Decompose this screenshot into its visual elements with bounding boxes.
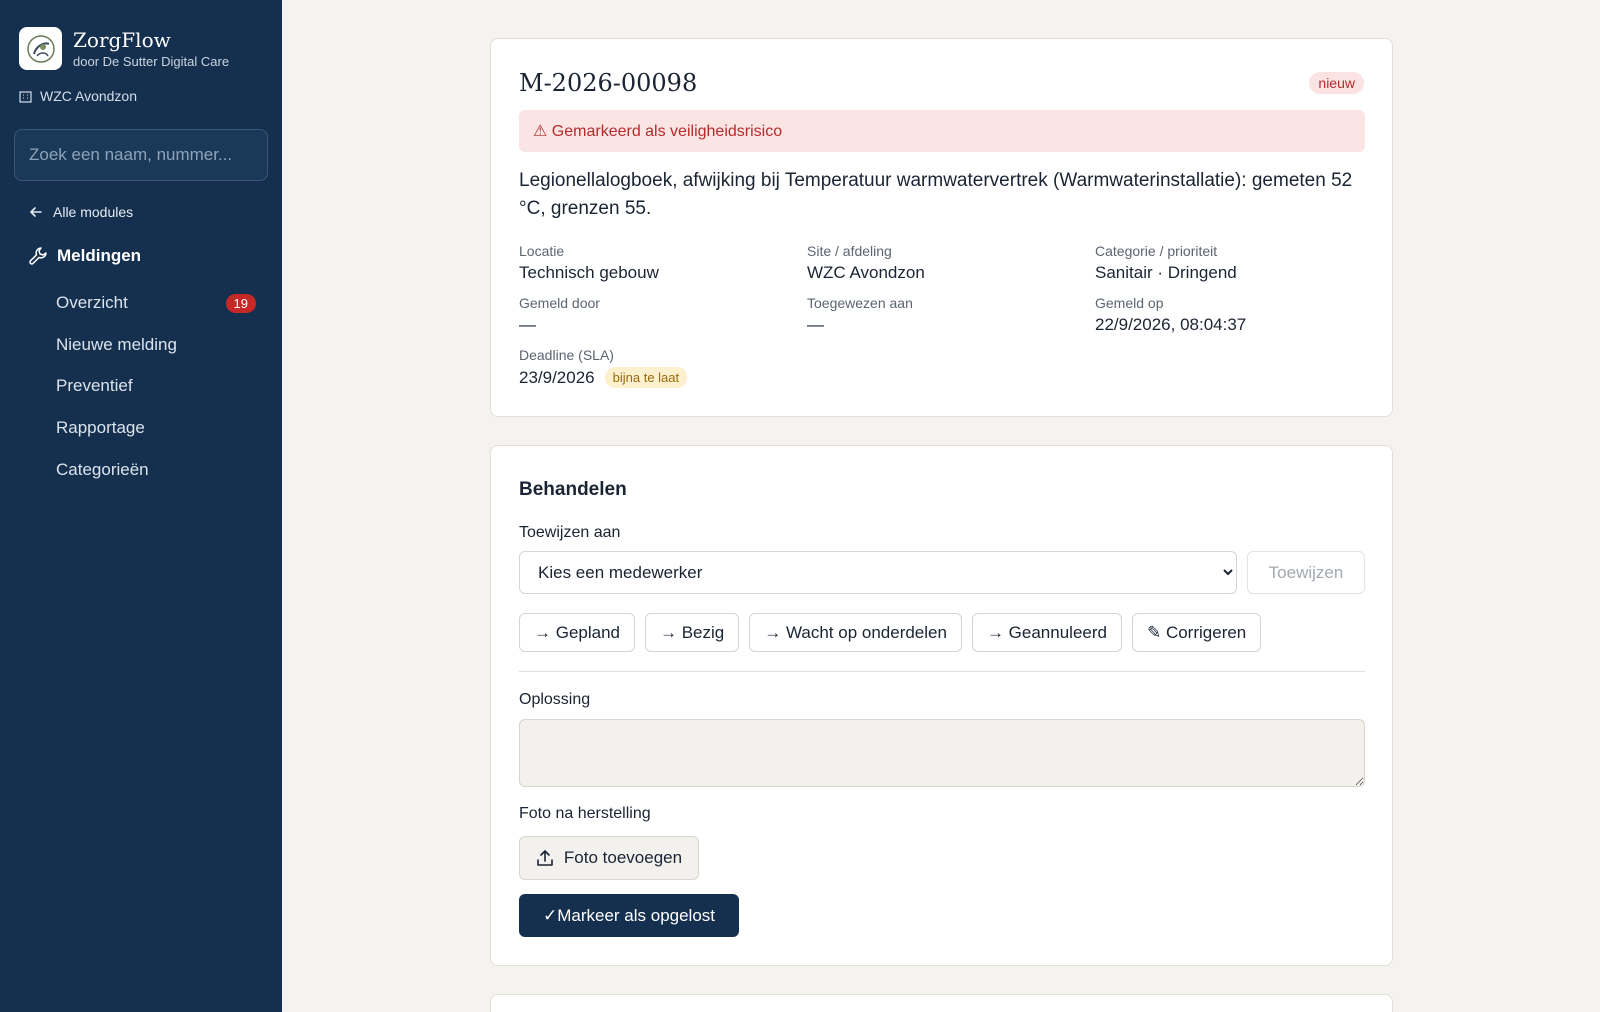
sidebar-item-label: Preventief [56, 376, 133, 395]
status-geannuleerd-button[interactable]: → Geannuleerd [971, 613, 1122, 652]
sidebar-item-rapportage[interactable]: Rapportage [56, 412, 256, 444]
field-gemeld-op: Gemeld op 22/9/2026, 08:04:37 [1095, 295, 1246, 335]
field-site: Site / afdeling WZC Avondzon [807, 243, 925, 283]
section-title: Behandelen [519, 479, 627, 500]
add-photo-label: Foto toevoegen [563, 848, 683, 867]
solution-textarea[interactable] [519, 719, 1365, 787]
ticket-id: M-2026-00098 [519, 69, 698, 97]
sidebar-item-label: Categorieën [56, 460, 149, 479]
safety-risk-alert: ⚠ Gemarkeerd als veiligheidsrisico [519, 110, 1365, 152]
sla-warning-badge: bijna te laat [604, 367, 688, 388]
field-gemeld-door: Gemeld door — [519, 295, 600, 335]
sidebar-item-nieuwe-melding[interactable]: Nieuwe melding [56, 329, 256, 361]
field-deadline: Deadline (SLA) 23/9/2026 bijna te laat [519, 347, 688, 388]
brand-text: ZorgFlow door De Sutter Digital Care [73, 28, 229, 69]
upload-icon [537, 850, 553, 866]
assignee-select[interactable]: Kies een medewerker [519, 551, 1237, 594]
brand-subtitle: door De Sutter Digital Care [73, 54, 230, 69]
field-value: — [807, 315, 824, 334]
field-value: — [519, 315, 536, 334]
correct-button[interactable]: ✎ Corrigeren [1131, 613, 1262, 652]
field-value: Sanitair · Dringend [1095, 263, 1237, 282]
ticket-description: Legionellalogboek, afwijking bij Tempera… [519, 170, 1353, 219]
building-icon [19, 90, 32, 103]
sidebar: ZorgFlow door De Sutter Digital Care WZC… [0, 0, 282, 1012]
solution-label: Oplossing [519, 691, 591, 708]
field-value: 22/9/2026, 08:04:37 [1095, 315, 1247, 334]
sidebar-item-preventief[interactable]: Preventief [56, 370, 256, 402]
field-label: Deadline (SLA) [519, 347, 614, 363]
next-card [490, 994, 1393, 1012]
brand[interactable]: ZorgFlow door De Sutter Digital Care [19, 27, 229, 70]
sidebar-item-label: Rapportage [56, 418, 145, 437]
status-badge: nieuw [1309, 72, 1364, 94]
site-name: WZC Avondzon [40, 88, 138, 104]
brand-name: ZorgFlow [73, 28, 171, 52]
module-title[interactable]: Meldingen [28, 246, 141, 266]
field-label: Locatie [519, 243, 565, 259]
field-label: Categorie / prioriteit [1095, 243, 1218, 259]
count-badge: 19 [225, 293, 256, 313]
back-link-label: Alle modules [53, 204, 134, 220]
app-logo-icon [19, 27, 62, 70]
field-value: 23/9/2026 bijna te laat [519, 367, 688, 388]
deadline-date: 23/9/2026 [519, 367, 595, 387]
assign-label: Toewijzen aan [519, 524, 621, 541]
add-photo-button[interactable]: Foto toevoegen [519, 836, 699, 880]
status-wacht-op-onderdelen-button[interactable]: → Wacht op onderdelen [749, 613, 962, 652]
field-categorie: Categorie / prioriteit Sanitair · Dringe… [1095, 243, 1237, 283]
search-input[interactable] [14, 129, 268, 181]
field-label: Gemeld door [519, 295, 600, 311]
field-label: Site / afdeling [807, 243, 892, 259]
field-label: Toegewezen aan [807, 295, 913, 311]
module-title-label: Meldingen [57, 246, 142, 265]
sidebar-item-label: Overzicht [56, 293, 128, 312]
assign-button[interactable]: Toewijzen [1247, 551, 1365, 594]
photo-label: Foto na herstelling [519, 805, 651, 822]
sidebar-item-overzicht[interactable]: Overzicht 19 [56, 287, 256, 319]
ticket-detail-card: M-2026-00098 nieuw ⚠ Gemarkeerd als veil… [490, 38, 1393, 417]
sidebar-item-categorieen[interactable]: Categorieën [56, 454, 256, 486]
status-gepland-button[interactable]: → Gepland [519, 613, 635, 652]
arrow-left-icon [30, 207, 42, 217]
status-bezig-button[interactable]: → Bezig [645, 613, 740, 652]
divider [519, 671, 1365, 672]
field-label: Gemeld op [1095, 295, 1164, 311]
sidebar-item-label: Nieuwe melding [56, 335, 177, 354]
wrench-icon [29, 247, 47, 265]
status-button-group: → Gepland → Bezig → Wacht op onderdelen … [519, 613, 1262, 652]
field-toegewezen: Toegewezen aan — [807, 295, 913, 335]
handle-card: Behandelen Toewijzen aan Kies een medewe… [490, 445, 1393, 966]
site-indicator: WZC Avondzon [19, 88, 137, 104]
field-locatie: Locatie Technisch gebouw [519, 243, 659, 283]
mark-resolved-button[interactable]: ✓Markeer als opgelost [519, 894, 739, 937]
back-to-modules-link[interactable]: Alle modules [29, 204, 133, 220]
field-value: Technisch gebouw [519, 263, 659, 282]
field-value: WZC Avondzon [807, 263, 925, 282]
